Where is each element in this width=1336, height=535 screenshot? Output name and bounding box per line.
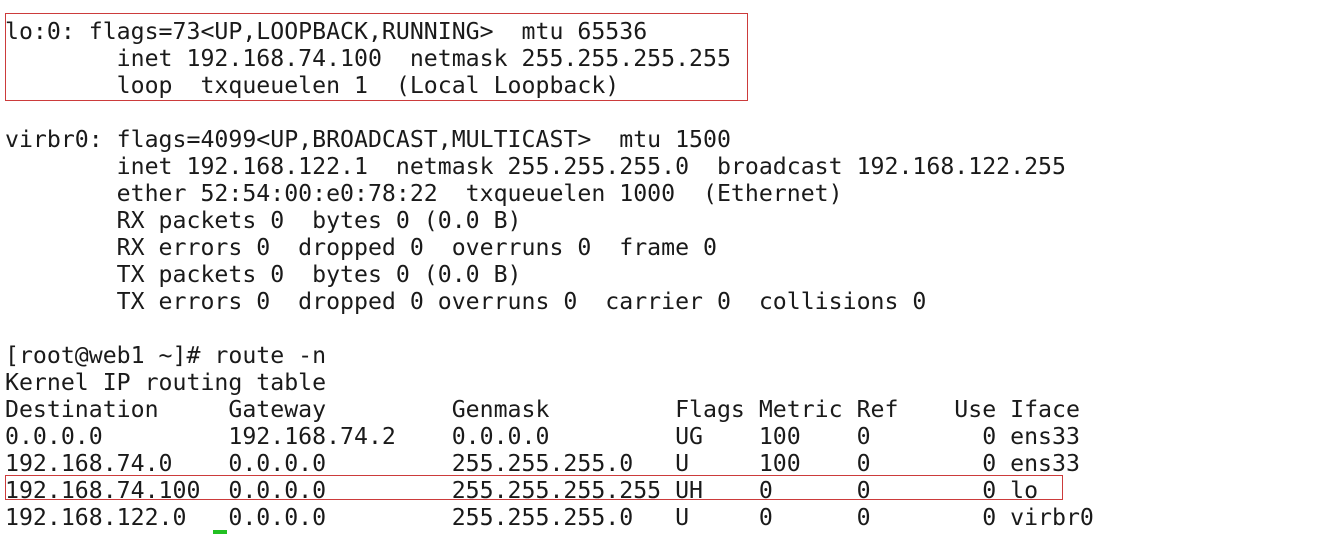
terminal-line-lo-loop: loop txqueuelen 1 (Local Loopback)	[5, 72, 620, 99]
terminal-line-rx-packets: RX packets 0 bytes 0 (0.0 B)	[5, 207, 522, 234]
terminal-line-tx-errors: TX errors 0 dropped 0 overruns 0 carrier…	[5, 288, 927, 315]
terminal-line-virbr0-inet: inet 192.168.122.1 netmask 255.255.255.0…	[5, 153, 1066, 180]
terminal-line-rx-errors: RX errors 0 dropped 0 overruns 0 frame 0	[5, 234, 717, 261]
terminal-line-routing-title: Kernel IP routing table	[5, 369, 327, 396]
terminal-line-virbr0-flags: virbr0: flags=4099<UP,BROADCAST,MULTICAS…	[5, 126, 731, 153]
terminal-line-route-row: 192.168.74.100 0.0.0.0 255.255.255.255 U…	[5, 477, 1039, 504]
terminal-window[interactable]: lo:0: flags=73<UP,LOOPBACK,RUNNING> mtu …	[0, 0, 1336, 535]
terminal-line-route-row: 0.0.0.0 192.168.74.2 0.0.0.0 UG 100 0 0 …	[5, 423, 1080, 450]
terminal-line-lo-inet: inet 192.168.74.100 netmask 255.255.255.…	[5, 45, 731, 72]
terminal-line-prompt-command: [root@web1 ~]# route -n	[5, 342, 327, 369]
terminal-line-lo-flags: lo:0: flags=73<UP,LOOPBACK,RUNNING> mtu …	[5, 18, 648, 45]
terminal-cursor	[213, 530, 227, 534]
terminal-line-routing-header: Destination Gateway Genmask Flags Metric…	[5, 396, 1080, 423]
terminal-line-virbr0-ether: ether 52:54:00:e0:78:22 txqueuelen 1000 …	[5, 180, 843, 207]
terminal-line-route-row: 192.168.122.0 0.0.0.0 255.255.255.0 U 0 …	[5, 504, 1094, 531]
terminal-line-tx-packets: TX packets 0 bytes 0 (0.0 B)	[5, 261, 522, 288]
terminal-line-route-row: 192.168.74.0 0.0.0.0 255.255.255.0 U 100…	[5, 450, 1080, 477]
